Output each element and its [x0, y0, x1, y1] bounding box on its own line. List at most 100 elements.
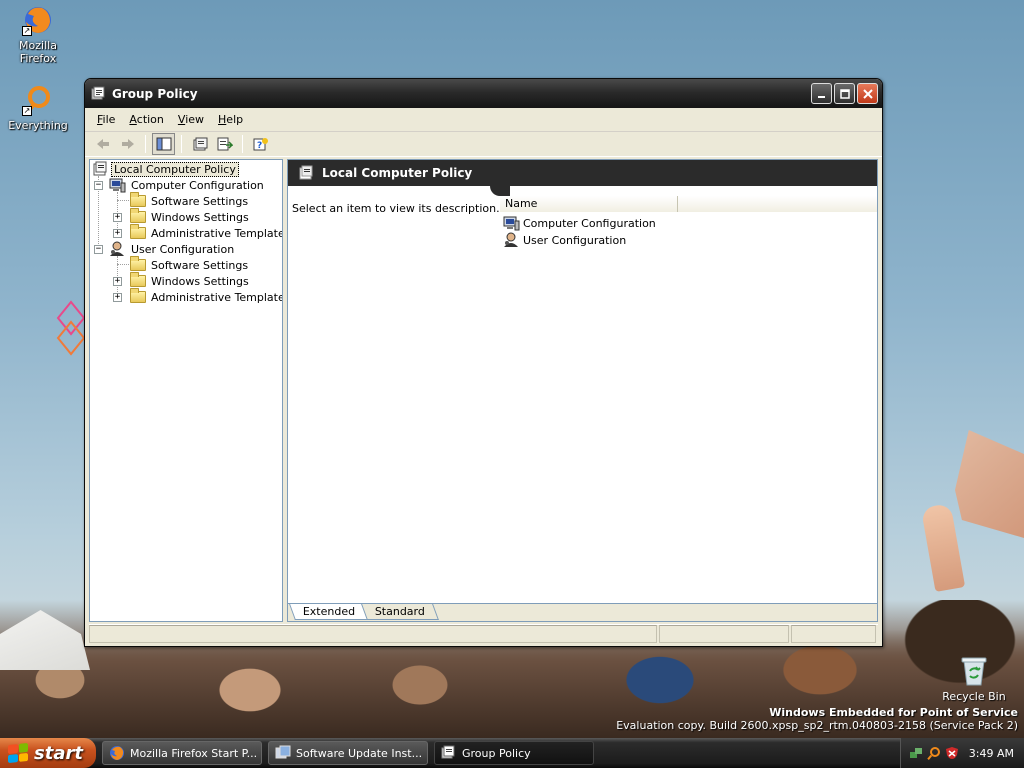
search-icon[interactable] — [927, 746, 941, 760]
tree-item-local-computer-policy[interactable]: Local Computer Policy — [92, 161, 239, 177]
shortcut-arrow-icon: ↗ — [22, 106, 32, 116]
user-icon — [110, 241, 124, 256]
desktop-icon-everything[interactable]: ↗ Everything — [0, 84, 76, 132]
window-title: Group Policy — [112, 86, 198, 101]
tree-item-software-settings[interactable]: Software Settings — [130, 256, 250, 273]
maximize-icon — [839, 88, 850, 99]
list-item-user-configuration[interactable]: User Configuration — [502, 232, 626, 248]
desktop-icon-firefox[interactable]: ↗ Mozilla Firefox — [0, 4, 76, 65]
description-text: Select an item to view its description. — [292, 202, 500, 215]
taskbar-clock[interactable]: 3:49 AM — [969, 747, 1014, 760]
everything-search-icon: ↗ — [22, 84, 54, 116]
maximize-button[interactable] — [834, 83, 855, 104]
collapse-toggle-icon[interactable]: − — [94, 244, 103, 254]
tree-item-label: Software Settings — [151, 194, 249, 208]
menu-view-rest: iew — [185, 113, 205, 126]
collapse-toggle-icon[interactable]: − — [94, 180, 103, 190]
tree-item-windows-settings[interactable]: + Windows Settings — [113, 272, 251, 289]
details-pane: Local Computer Policy Select an item to … — [287, 159, 878, 622]
group-policy-icon — [91, 86, 105, 99]
status-cell — [659, 625, 789, 643]
menu-action-accel: A — [129, 113, 137, 126]
taskbar-item-software-update[interactable]: Software Update Inst... — [268, 741, 428, 765]
status-cell — [89, 625, 657, 643]
folder-icon — [130, 272, 146, 287]
start-label: start — [34, 742, 83, 764]
tree-item-label: User Configuration — [131, 242, 235, 256]
tab-standard[interactable]: Standard — [361, 604, 440, 620]
console-client-area: Local Computer Policy − Computer Configu… — [89, 159, 878, 622]
menu-help[interactable]: Help — [212, 111, 249, 128]
taskbar-item-firefox[interactable]: Mozilla Firefox Start P... — [102, 741, 262, 765]
toolbar-separator — [242, 135, 243, 153]
back-button[interactable] — [91, 133, 114, 155]
minimize-icon — [817, 95, 825, 98]
network-icon[interactable] — [909, 746, 923, 760]
tree-item-label: Administrative Templates — [151, 290, 283, 304]
properties-icon — [193, 137, 207, 151]
list-item-computer-configuration[interactable]: Computer Configuration — [502, 215, 656, 231]
security-shield-icon[interactable] — [945, 746, 959, 760]
tree-item-label: Local Computer Policy — [111, 161, 239, 177]
expand-toggle-icon[interactable]: + — [113, 276, 122, 286]
tree-item-administrative-templates[interactable]: + Administrative Templates — [113, 224, 282, 241]
minimize-button[interactable] — [811, 83, 832, 104]
window-titlebar[interactable]: Group Policy — [85, 79, 882, 108]
firefox-icon — [110, 746, 124, 760]
export-list-button[interactable] — [213, 133, 236, 155]
desktop-icon-label: Mozilla Firefox — [19, 39, 57, 65]
recycle-bin-label: Recycle Bin — [942, 690, 1006, 703]
properties-button[interactable] — [188, 133, 211, 155]
tree-item-user-configuration[interactable]: − User Configuration — [94, 241, 236, 257]
expand-toggle-icon[interactable]: + — [113, 292, 122, 302]
expand-toggle-icon[interactable]: + — [113, 228, 122, 238]
tree-item-software-settings[interactable]: Software Settings — [130, 192, 250, 209]
column-header-name[interactable]: Name — [500, 196, 678, 212]
menu-action[interactable]: Action — [123, 111, 169, 128]
status-cell — [791, 625, 876, 643]
start-button[interactable]: start — [0, 738, 96, 768]
tree-item-administrative-templates[interactable]: + Administrative Templates — [113, 288, 283, 305]
policy-scroll-icon — [93, 161, 107, 176]
help-button[interactable]: ? — [249, 133, 272, 155]
taskbar-item-group-policy[interactable]: Group Policy — [434, 741, 594, 765]
taskbar-item-label: Group Policy — [462, 746, 531, 760]
tab-extended[interactable]: Extended — [289, 604, 370, 620]
tree-item-computer-configuration[interactable]: − Computer Configuration — [94, 177, 266, 193]
folder-icon — [130, 192, 146, 207]
close-button[interactable] — [857, 83, 878, 104]
taskbar-item-label: Mozilla Firefox Start P... — [130, 746, 258, 760]
forward-arrow-icon — [121, 139, 134, 149]
tab-standard-label: Standard — [375, 605, 426, 618]
expand-toggle-icon[interactable]: + — [113, 212, 122, 222]
menu-action-rest: ction — [136, 113, 164, 126]
header-curve — [490, 186, 510, 196]
list-item-label: Computer Configuration — [523, 216, 656, 230]
menu-view[interactable]: View — [172, 111, 210, 128]
user-icon — [504, 232, 518, 247]
toolbar-separator — [181, 135, 182, 153]
taskbar: start Mozilla Firefox Start P... Softwar… — [0, 738, 1024, 768]
folder-icon — [130, 208, 146, 223]
forward-button[interactable] — [116, 133, 139, 155]
computer-icon — [503, 216, 520, 231]
console-tree-icon — [156, 137, 171, 151]
folder-icon — [130, 224, 146, 239]
details-header: Local Computer Policy — [288, 160, 877, 186]
tree-item-label: Software Settings — [151, 258, 249, 272]
show-hide-tree-button[interactable] — [152, 133, 175, 155]
menu-file[interactable]: File — [91, 111, 121, 128]
tree-item-windows-settings[interactable]: + Windows Settings — [113, 208, 251, 225]
svg-text:?: ? — [257, 141, 262, 151]
list-column-headers: Name — [500, 196, 877, 212]
group-policy-window[interactable]: Group Policy File Action View Help ? Loc… — [84, 78, 883, 647]
help-icon: ? — [253, 138, 268, 151]
desktop-pink-logo-icon — [56, 300, 86, 356]
console-tree-pane[interactable]: Local Computer Policy − Computer Configu… — [89, 159, 283, 622]
desktop-icon-recycle-bin[interactable]: Recycle Bin — [940, 655, 1008, 703]
os-watermark: Windows Embedded for Point of Service Ev… — [616, 706, 1018, 732]
watermark-build: Evaluation copy. Build 2600.xpsp_sp2_rtm… — [616, 719, 1018, 732]
taskbar-item-label: Software Update Inst... — [296, 746, 423, 760]
export-list-icon — [217, 137, 233, 151]
shortcut-arrow-icon: ↗ — [22, 26, 32, 36]
